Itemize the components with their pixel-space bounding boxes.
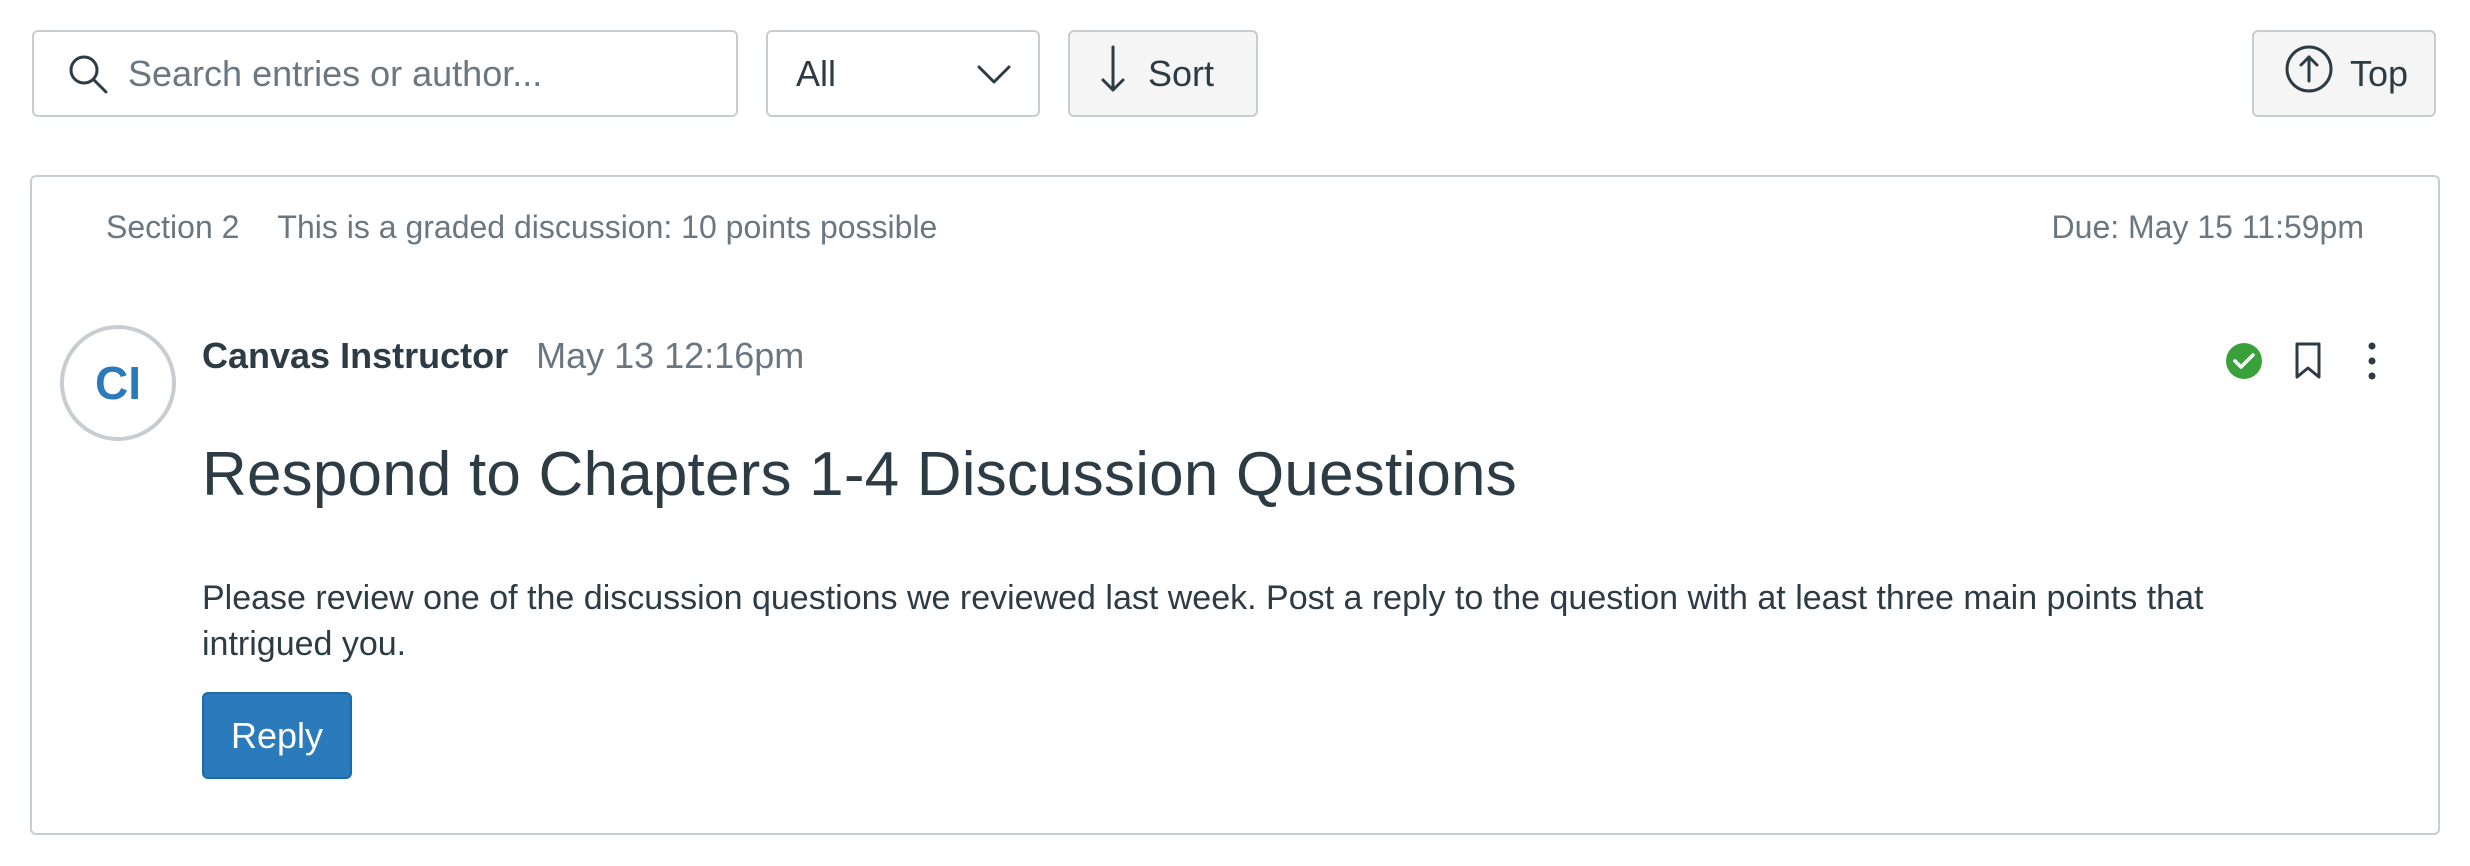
arrow-down-icon	[1100, 44, 1126, 103]
search-input[interactable]	[128, 52, 708, 95]
search-box[interactable]	[32, 30, 738, 117]
avatar-initials: CI	[95, 357, 141, 409]
post-date: May 13 12:16pm	[536, 335, 805, 376]
author-name[interactable]: Canvas Instructor	[202, 335, 508, 377]
chevron-down-icon	[976, 53, 1012, 95]
topic-title: Respond to Chapters 1-4 Discussion Quest…	[202, 440, 1517, 509]
more-vertical-icon[interactable]	[2346, 335, 2398, 387]
sort-button[interactable]: Sort	[1068, 30, 1258, 117]
top-button[interactable]: Top	[2252, 30, 2436, 117]
search-icon	[58, 44, 118, 104]
reply-label: Reply	[230, 714, 324, 756]
filter-select[interactable]: All	[766, 30, 1040, 117]
check-circle-icon[interactable]	[2218, 335, 2270, 387]
filter-value: All	[796, 52, 837, 94]
top-label: Top	[2350, 52, 2409, 94]
sort-label: Sort	[1148, 52, 1215, 94]
graded-note: This is a graded discussion: 10 points p…	[277, 209, 938, 245]
bookmark-icon[interactable]	[2282, 335, 2334, 387]
arrow-up-circle-icon	[2284, 44, 2334, 103]
discussion-toolbar: All Sort Top	[0, 0, 2470, 175]
avatar[interactable]: CI	[60, 325, 176, 441]
section-label: Section 2	[106, 209, 240, 245]
discussion-meta: Section 2 This is a graded discussion: 1…	[106, 209, 937, 246]
topic-body: Please review one of the discussion ques…	[202, 579, 2204, 663]
due-date: Due: May 15 11:59pm	[2051, 209, 2364, 245]
author-line: Canvas Instructor May 13 12:16pm	[202, 335, 804, 377]
reply-button[interactable]: Reply	[202, 692, 352, 779]
discussion-topic-card: Section 2 This is a graded discussion: 1…	[30, 175, 2440, 835]
topic-actions	[2206, 335, 2398, 387]
